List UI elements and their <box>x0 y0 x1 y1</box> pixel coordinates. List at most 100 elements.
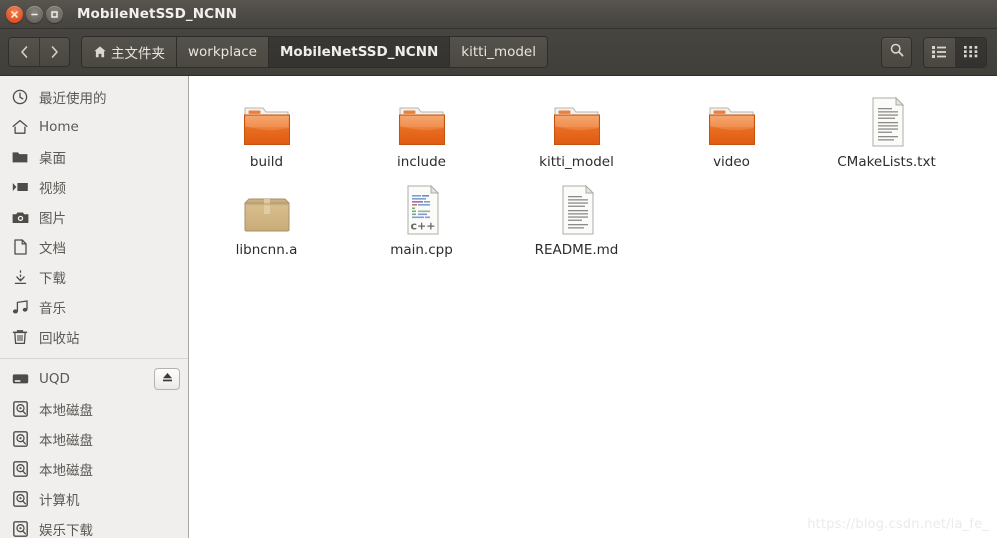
file-label: libncnn.a <box>235 242 298 258</box>
file-item-main-cpp[interactable]: c++ main.cpp <box>344 180 499 258</box>
search-icon <box>889 42 905 62</box>
sidebar-item-label: 最近使用的 <box>39 91 107 107</box>
svg-text:c++: c++ <box>410 220 435 233</box>
file-label: main.cpp <box>390 242 453 258</box>
file-item-cmakelists[interactable]: CMakeLists.txt <box>809 92 964 170</box>
file-row: build include kitti_model video CMakeLis… <box>189 92 997 180</box>
text-file-icon <box>865 96 909 148</box>
folder-icon <box>11 148 29 166</box>
folder-icon <box>707 96 757 148</box>
sidebar-item-entertainment[interactable]: 娱乐下载 <box>0 514 188 538</box>
sidebar-item-label: 本地磁盘 <box>39 463 93 479</box>
window-body: 最近使用的 Home 桌面 视频 图片 文档 下载 音乐 回收站 UQD 本地磁… <box>0 76 997 538</box>
close-button[interactable] <box>6 5 23 23</box>
maximize-button[interactable] <box>46 5 63 23</box>
file-label: kitti_model <box>539 154 614 170</box>
file-label: CMakeLists.txt <box>837 154 936 170</box>
trash-icon <box>11 328 29 346</box>
sidebar-item-home[interactable]: Home <box>0 112 188 142</box>
breadcrumb: 主文件夹 workplace MobileNetSSD_NCNN kitti_m… <box>81 36 548 68</box>
breadcrumb-label: 主文件夹 <box>111 46 165 62</box>
breadcrumb-item-home[interactable]: 主文件夹 <box>82 37 177 67</box>
video-icon <box>11 178 29 196</box>
window-controls <box>6 5 63 23</box>
sidebar-item-computer[interactable]: 计算机 <box>0 484 188 514</box>
sidebar-item-local-disk-2[interactable]: 本地磁盘 <box>0 424 188 454</box>
toolbar-right <box>881 36 987 68</box>
sidebar-item-label: 视频 <box>39 181 66 197</box>
search-button[interactable] <box>881 36 912 68</box>
forward-button[interactable] <box>39 38 69 66</box>
sidebar-item-label: 本地磁盘 <box>39 433 93 449</box>
sidebar-item-recent[interactable]: 最近使用的 <box>0 82 188 112</box>
sidebar-item-label: 本地磁盘 <box>39 403 93 419</box>
view-icons-button[interactable] <box>955 37 986 67</box>
file-item-readme[interactable]: README.md <box>499 180 654 258</box>
disk-icon <box>11 400 29 418</box>
window-title: MobileNetSSD_NCNN <box>77 6 237 22</box>
sidebar-item-label: UQD <box>39 371 70 387</box>
watermark: https://blog.csdn.net/la_fe_ <box>807 517 989 532</box>
view-list-button[interactable] <box>924 37 955 67</box>
file-row: libncnn.a c++ main.cpp README.md <box>189 180 997 268</box>
package-icon <box>241 184 293 236</box>
download-icon <box>11 268 29 286</box>
sidebar-item-label: 音乐 <box>39 301 66 317</box>
file-item-kitti-model[interactable]: kitti_model <box>499 92 654 170</box>
sidebar-item-local-disk-1[interactable]: 本地磁盘 <box>0 394 188 424</box>
document-icon <box>11 238 29 256</box>
sidebar-item-label: 下载 <box>39 271 66 287</box>
breadcrumb-label: MobileNetSSD_NCNN <box>280 44 439 60</box>
sidebar-item-pictures[interactable]: 图片 <box>0 202 188 232</box>
sidebar-item-label: 图片 <box>39 211 66 227</box>
list-view-icon <box>932 43 947 62</box>
file-manager-window: MobileNetSSD_NCNN 主文件夹 workplace MobileN <box>0 0 997 538</box>
sidebar-item-label: Home <box>39 119 79 135</box>
file-list[interactable]: build include kitti_model video CMakeLis… <box>189 76 997 538</box>
grid-view-icon <box>964 43 978 62</box>
file-item-video[interactable]: video <box>654 92 809 170</box>
eject-icon <box>161 371 174 387</box>
sidebar-item-uqd[interactable]: UQD <box>0 364 188 394</box>
home-icon <box>11 118 29 136</box>
eject-button[interactable] <box>154 368 180 390</box>
sidebar-item-desktop[interactable]: 桌面 <box>0 142 188 172</box>
disk-icon <box>11 490 29 508</box>
folder-icon <box>242 96 292 148</box>
file-label: video <box>713 154 750 170</box>
sidebar-item-videos[interactable]: 视频 <box>0 172 188 202</box>
title-bar: MobileNetSSD_NCNN <box>0 0 997 29</box>
toolbar: 主文件夹 workplace MobileNetSSD_NCNN kitti_m… <box>0 29 997 76</box>
file-item-libncnn[interactable]: libncnn.a <box>189 180 344 258</box>
back-button[interactable] <box>9 38 39 66</box>
sidebar-item-label: 计算机 <box>39 493 80 509</box>
breadcrumb-item-kitti-model[interactable]: kitti_model <box>450 37 547 67</box>
clock-icon <box>11 88 29 106</box>
folder-icon <box>552 96 602 148</box>
camera-icon <box>11 208 29 226</box>
sidebar-item-label: 桌面 <box>39 151 66 167</box>
breadcrumb-item-current[interactable]: MobileNetSSD_NCNN <box>269 37 451 67</box>
file-label: README.md <box>534 242 619 258</box>
breadcrumb-label: workplace <box>188 44 257 60</box>
view-mode-group <box>923 36 987 68</box>
text-file-icon <box>555 184 599 236</box>
sidebar-item-trash[interactable]: 回收站 <box>0 322 188 352</box>
sidebar-separator <box>0 358 188 359</box>
sidebar-item-downloads[interactable]: 下载 <box>0 262 188 292</box>
breadcrumb-label: kitti_model <box>461 44 536 60</box>
nav-buttons <box>8 37 70 67</box>
minimize-button[interactable] <box>26 5 43 23</box>
sidebar-item-label: 娱乐下载 <box>39 523 93 538</box>
file-item-include[interactable]: include <box>344 92 499 170</box>
sidebar-item-local-disk-3[interactable]: 本地磁盘 <box>0 454 188 484</box>
file-item-build[interactable]: build <box>189 92 344 170</box>
sidebar-item-label: 文档 <box>39 241 66 257</box>
sidebar: 最近使用的 Home 桌面 视频 图片 文档 下载 音乐 回收站 UQD 本地磁… <box>0 76 189 538</box>
drive-icon <box>11 370 29 388</box>
disk-icon <box>11 430 29 448</box>
sidebar-item-music[interactable]: 音乐 <box>0 292 188 322</box>
breadcrumb-item-workplace[interactable]: workplace <box>177 37 269 67</box>
sidebar-item-documents[interactable]: 文档 <box>0 232 188 262</box>
home-icon <box>93 45 107 59</box>
